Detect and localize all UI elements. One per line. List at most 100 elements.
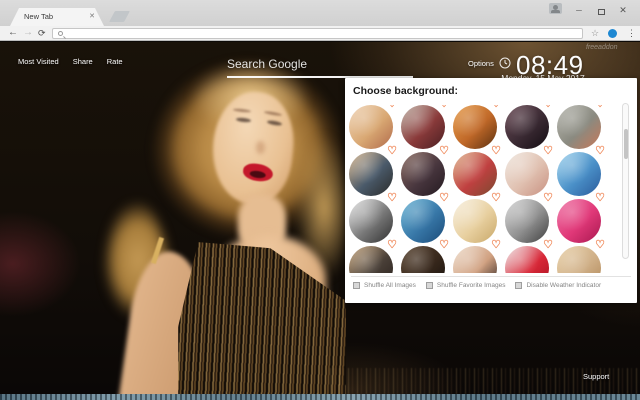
thumbnail-image[interactable] (453, 199, 497, 243)
background-thumbnail-4[interactable]: ♡ (505, 105, 553, 149)
browser-tab[interactable]: New Tab ✕ (10, 8, 104, 26)
extension-icon[interactable] (608, 28, 617, 38)
thumbnail-image[interactable] (401, 199, 445, 243)
background-thumbnail-3[interactable]: ♡ (453, 105, 501, 149)
freeaddon-watermark: freeaddon (586, 44, 618, 51)
background-thumbnail-12[interactable]: ♡ (401, 193, 449, 243)
browser-window: Most Visited Share Rate Search Google Op… (0, 0, 640, 400)
thumbnail-image[interactable] (453, 105, 497, 149)
background-thumbnail-13[interactable]: ♡ (453, 193, 501, 243)
background-thumbnail-9[interactable]: ♡ (505, 146, 553, 196)
minimize-button[interactable]: ─ (571, 2, 587, 28)
choose-background-panel: Choose background: ♡ ♡ ♡ ♡ ♡ ♡ ♡ ♡ ♡ ♡ ♡ ♡ ♡ ♡ ♡ ♡ ♡ ♡ ♡♡ … (345, 78, 637, 303)
favorite-heart-icon[interactable]: ♡ (595, 240, 605, 251)
favorite-heart-icon[interactable]: ♡ (439, 105, 449, 110)
maximize-button[interactable] (598, 9, 605, 15)
favorite-heart-icon[interactable]: ♡ (387, 146, 397, 157)
thumbnail-image[interactable] (401, 152, 445, 196)
checkbox-label: Shuffle All Images (364, 282, 416, 289)
background-thumbnail-10[interactable]: ♡ (557, 146, 605, 196)
thumbnail-image[interactable] (505, 105, 549, 149)
panel-scrollbar[interactable] (622, 103, 629, 259)
clock-icon (499, 56, 511, 74)
background-thumbnail-5[interactable]: ♡ (557, 105, 605, 149)
background-thumbnail-18[interactable]: ♡ (453, 240, 501, 273)
favorite-heart-icon[interactable]: ♡ (595, 146, 605, 157)
panel-checkbox-item-3[interactable]: Disable Weather Indicator (515, 281, 601, 290)
favorite-heart-icon[interactable]: ♡ (387, 240, 397, 251)
address-bar[interactable] (52, 27, 583, 39)
favorite-heart-icon[interactable]: ♡ (491, 105, 501, 110)
panel-options-row: Shuffle All Images Shuffle Favorite Image… (353, 281, 601, 290)
panel-title: Choose background: (353, 85, 459, 97)
thumbnail-image[interactable] (557, 152, 601, 196)
favorite-heart-icon[interactable]: ♡ (387, 105, 397, 110)
google-search-input[interactable]: Search Google (227, 55, 413, 78)
bookmark-star-icon[interactable]: ☆ (591, 26, 599, 40)
nav-share[interactable]: Share (73, 57, 93, 66)
thumbnail-image[interactable] (349, 152, 393, 196)
thumbnail-image[interactable] (453, 152, 497, 196)
background-thumbnail-14[interactable]: ♡ (505, 193, 553, 243)
background-thumbnail-16[interactable]: ♡ (349, 240, 397, 273)
checkbox[interactable] (353, 282, 360, 289)
back-button[interactable]: ← (8, 26, 18, 40)
checkbox-label: Disable Weather Indicator (526, 282, 602, 289)
profile-button[interactable] (549, 3, 562, 14)
favorite-heart-icon[interactable]: ♡ (439, 146, 449, 157)
topnav: Most Visited Share Rate (18, 57, 123, 66)
support-link[interactable]: Support (583, 372, 609, 381)
browser-titlebar: New Tab ✕ ─ ✕ (0, 0, 640, 26)
checkbox-label: Shuffle Favorite Images (436, 282, 506, 289)
options-button[interactable]: Options (468, 59, 494, 68)
forward-button[interactable]: → (23, 26, 33, 40)
background-thumbnail-7[interactable]: ♡ (401, 146, 449, 196)
background-thumbnail-17[interactable]: ♡ (401, 240, 449, 273)
tab-title: New Tab (24, 12, 54, 21)
wallpaper-nose (256, 141, 265, 154)
favorite-heart-icon[interactable]: ♡ (491, 146, 501, 157)
nav-rate[interactable]: Rate (107, 57, 123, 66)
favorite-heart-icon[interactable]: ♡ (439, 240, 449, 251)
favorite-heart-icon[interactable]: ♡ (543, 105, 553, 110)
reload-button[interactable]: ⟳ (38, 26, 46, 40)
background-thumbnail-15[interactable]: ♡ (557, 193, 605, 243)
nav-most-visited[interactable]: Most Visited (18, 57, 59, 66)
background-thumbnail-6[interactable]: ♡ (349, 146, 397, 196)
new-tab-button[interactable] (109, 11, 130, 22)
thumbnail-image[interactable] (557, 199, 601, 243)
close-window-button[interactable]: ✕ (615, 1, 631, 27)
background-thumbnail-19[interactable]: ♡ (505, 240, 553, 273)
thumbnail-image[interactable] (505, 199, 549, 243)
background-thumbnail-2[interactable]: ♡ (401, 105, 449, 149)
background-thumbnail-grid: ♡ ♡ ♡ ♡ ♡ ♡ ♡ ♡ ♡ ♡ ♡ ♡ ♡ ♡ ♡ ♡ ♡ ♡ ♡ ♡ (349, 105, 615, 273)
favorite-heart-icon[interactable]: ♡ (543, 146, 553, 157)
favorite-heart-icon[interactable]: ♡ (491, 193, 501, 204)
tab-close-icon[interactable]: ✕ (89, 8, 95, 26)
favorite-heart-icon[interactable]: ♡ (439, 193, 449, 204)
thumbnail-image[interactable] (505, 152, 549, 196)
panel-checkbox-item-1[interactable]: Shuffle All Images (353, 281, 416, 290)
background-thumbnail-11[interactable]: ♡ (349, 193, 397, 243)
checkbox[interactable] (515, 282, 523, 289)
favorite-heart-icon[interactable]: ♡ (595, 193, 605, 204)
checkbox[interactable] (425, 282, 433, 289)
person-icon (551, 5, 560, 13)
panel-checkbox-item-2[interactable]: Shuffle Favorite Images (425, 281, 506, 290)
browser-menu-icon[interactable]: ⋮ (627, 26, 636, 40)
bottom-edge-strip (0, 394, 640, 400)
thumbnail-image[interactable] (401, 105, 445, 149)
thumbnail-image[interactable] (557, 105, 601, 149)
favorite-heart-icon[interactable]: ♡ (543, 193, 553, 204)
favorite-heart-icon[interactable]: ♡ (543, 240, 553, 251)
panel-scrollbar-thumb[interactable] (623, 129, 628, 159)
favorite-heart-icon[interactable]: ♡ (491, 240, 501, 251)
background-thumbnail-20[interactable]: ♡ (557, 240, 605, 273)
favorite-heart-icon[interactable]: ♡ (595, 105, 605, 110)
favorite-heart-icon[interactable]: ♡ (387, 193, 397, 204)
background-thumbnail-1[interactable]: ♡ (349, 105, 397, 149)
thumbnail-image[interactable] (349, 199, 393, 243)
search-icon (58, 30, 63, 36)
thumbnail-image[interactable] (349, 105, 393, 149)
background-thumbnail-8[interactable]: ♡ (453, 146, 501, 196)
